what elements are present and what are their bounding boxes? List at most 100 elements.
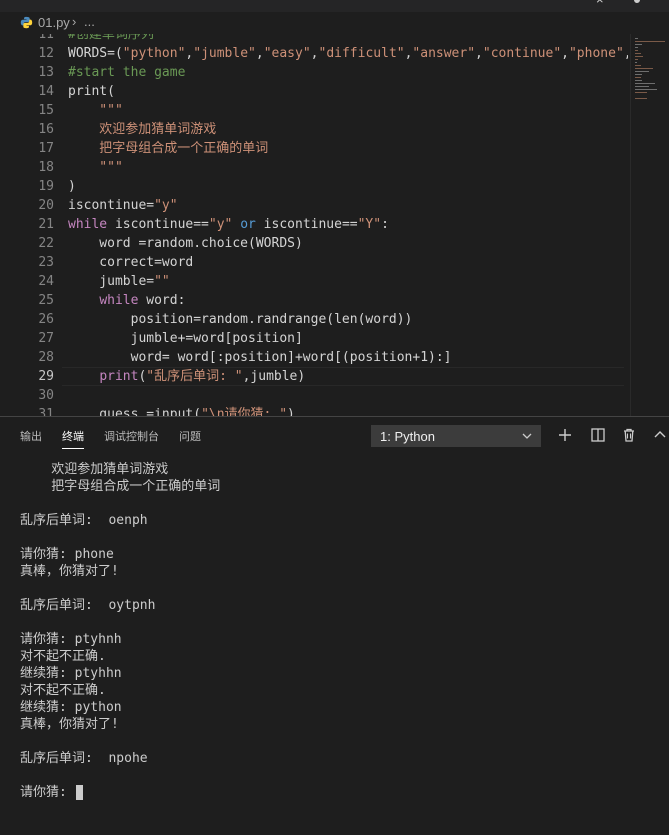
code-line[interactable]: word= word[:position]+word[(position+1):…	[68, 348, 452, 367]
code-editor[interactable]: 11 12 13 14 15 16 17 18 19 20 21 22 23 24 25 26 27 28 29 30…	[0, 34, 669, 416]
code-line[interactable]: iscontinue="y"	[68, 196, 178, 215]
code-token: "y"	[208, 217, 233, 232]
terminal-cursor	[76, 785, 83, 800]
line-number: 19	[38, 179, 54, 194]
minimap-line	[635, 89, 658, 90]
code-token: "jumble"	[193, 46, 256, 61]
code-token: guess =input(	[68, 407, 202, 416]
close-icon[interactable]: ×	[596, 0, 604, 7]
minimap-line	[635, 44, 642, 45]
code-token: "python"	[122, 46, 186, 61]
code-token: "y"	[154, 198, 178, 213]
breadcrumb-file[interactable]: 01.py	[38, 15, 70, 30]
breadcrumb: 01.py › ...	[0, 12, 669, 34]
code-token: WORDS=(	[68, 46, 123, 61]
line-number: 20	[38, 198, 54, 213]
minimap-line	[635, 38, 639, 39]
code-line[interactable]: position=random.randrange(len(word))	[68, 310, 413, 329]
minimap-line	[635, 71, 649, 72]
code-token: """	[68, 103, 123, 118]
code-token: ,	[475, 46, 483, 61]
code-line[interactable]: """	[68, 158, 123, 177]
terminal-line: 继续猜: ptyhhn	[20, 666, 122, 681]
tab-problems[interactable]: 问题	[179, 428, 201, 448]
code-line[interactable]: jumble+=word[position]	[68, 329, 303, 348]
code-line[interactable]: correct=word	[68, 253, 193, 272]
code-line[interactable]: print("乱序后单词: ",jumble)	[68, 367, 305, 386]
line-number: 31	[38, 407, 54, 416]
terminal-line: 乱序后单词: oytpnh	[20, 598, 156, 613]
code-token: word =random.choice(WORDS)	[68, 236, 303, 251]
line-number: 15	[38, 103, 54, 118]
line-number: 26	[38, 312, 54, 327]
code-token: """	[68, 160, 123, 175]
minimap-line	[635, 77, 641, 78]
terminal-select-value: 1: Python	[380, 429, 435, 444]
minimap-line	[635, 56, 643, 57]
code-token: correct=word	[68, 255, 194, 270]
line-number: 11	[38, 34, 54, 42]
code-token: word= word[:position]+word[(position+1):…	[68, 350, 452, 365]
code-token: ,	[255, 46, 264, 61]
code-token: word:	[138, 293, 186, 308]
line-number: 22	[38, 236, 54, 251]
code-token: jumble=	[68, 274, 155, 289]
terminal-line: 请你猜: phone	[20, 547, 114, 562]
line-number-gutter: 11 12 13 14 15 16 17 18 19 20 21 22 23 24 25 26 27 28 29 30…	[0, 34, 54, 416]
line-number: 29	[38, 369, 54, 384]
code-line[interactable]: jumble=""	[68, 272, 169, 291]
code-line[interactable]: while word:	[68, 291, 185, 310]
code-line[interactable]: #start the game	[68, 63, 185, 82]
code-line[interactable]: WORDS=("python","jumble","easy","difficu…	[68, 44, 628, 63]
line-number: 21	[38, 217, 54, 232]
code-line[interactable]: 欢迎参加猜单词游戏	[68, 120, 216, 139]
code-token: jumble+=word[position]	[68, 331, 303, 346]
tab-output[interactable]: 输出	[20, 428, 42, 448]
line-number: 28	[38, 350, 54, 365]
python-file-icon	[20, 16, 33, 29]
code-line[interactable]: while iscontinue=="y" or iscontinue=="Y"…	[68, 215, 389, 234]
terminal-line: 对不起不正确.	[20, 649, 106, 664]
minimap-line	[635, 65, 642, 66]
code-line[interactable]: """	[68, 101, 123, 120]
code-token: ,	[561, 46, 569, 61]
code-token: iscontinue==	[107, 217, 209, 232]
code-token: position=random.randrange(len(word))	[68, 312, 413, 327]
code-token: #start the game	[68, 65, 186, 80]
tab-debug-console[interactable]: 调试控制台	[104, 428, 159, 448]
terminal-select[interactable]: 1: Python	[371, 425, 541, 447]
minimap-line	[635, 59, 639, 60]
trash-icon[interactable]	[621, 427, 637, 443]
code-line[interactable]: 把字母组合成一个正确的单词	[68, 139, 268, 158]
line-number: 25	[38, 293, 54, 308]
chevron-up-icon[interactable]	[652, 427, 668, 443]
code-token: while	[68, 217, 108, 232]
code-line[interactable]: word =random.choice(WORDS)	[68, 234, 303, 253]
minimap-line	[635, 98, 648, 99]
terminal-line: 乱序后单词: oenph	[20, 513, 148, 528]
breadcrumb-symbols[interactable]: ...	[84, 14, 95, 29]
code-token: or	[240, 217, 256, 232]
line-number: 13	[38, 65, 54, 80]
code-area[interactable]: #创建单词序列 WORDS=("python","jumble","easy","…	[68, 34, 628, 416]
split-terminal-icon[interactable]	[590, 427, 606, 443]
terminal-line: 真棒，你猜对了!	[20, 717, 119, 732]
code-line[interactable]: #创建单词序列	[68, 34, 154, 44]
code-line[interactable]: print(	[68, 82, 115, 101]
code-line[interactable]: )	[68, 177, 76, 196]
tab-terminal[interactable]: 终端	[62, 428, 84, 449]
minimap-line	[635, 41, 665, 42]
new-terminal-icon[interactable]	[557, 427, 573, 443]
minimap[interactable]	[630, 34, 669, 416]
minimap-line	[635, 62, 637, 63]
code-token: "Y"	[357, 217, 382, 232]
line-number: 24	[38, 274, 54, 289]
terminal-line: 把字母组合成一个正确的单词	[20, 479, 221, 494]
minimap-line	[635, 74, 643, 75]
code-token: ,jumble)	[242, 369, 306, 384]
code-line[interactable]: guess =input("\n请你猜: ")	[68, 405, 295, 416]
code-token: #创建单词序列	[68, 34, 154, 42]
code-token: 把字母组合成一个正确的单词	[68, 141, 269, 156]
code-token: ,	[310, 46, 319, 61]
